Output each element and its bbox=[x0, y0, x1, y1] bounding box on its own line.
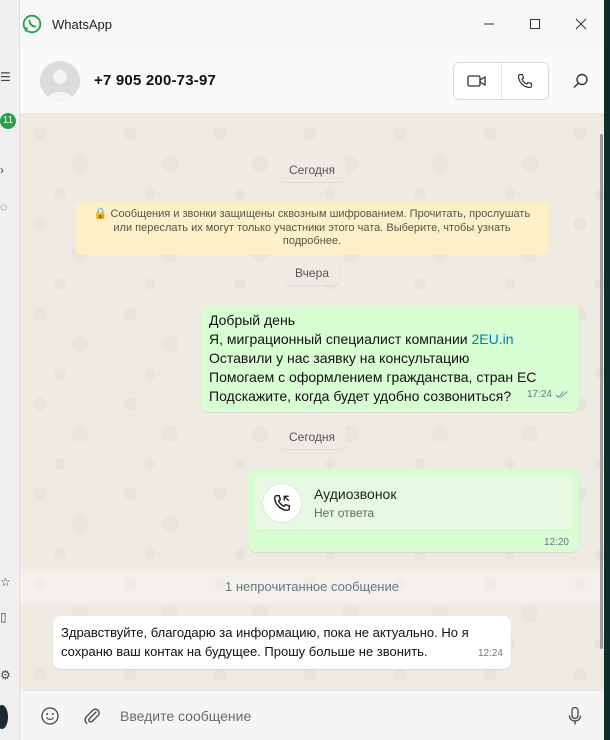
minimize-icon bbox=[484, 23, 494, 25]
default-avatar-icon bbox=[46, 69, 74, 101]
message-line: Оставили у нас заявку на консультацию bbox=[209, 350, 470, 366]
double-check-icon bbox=[555, 391, 568, 399]
maximize-button[interactable] bbox=[512, 0, 558, 48]
paperclip-icon bbox=[84, 708, 100, 725]
voice-message-button[interactable] bbox=[564, 705, 586, 727]
call-card[interactable]: Аудиозвонок Нет ответа bbox=[254, 475, 573, 530]
date-divider-today: Сегодня bbox=[278, 158, 346, 182]
message-meta: 12:24 bbox=[478, 644, 503, 663]
menu-icon[interactable]: ☰ bbox=[0, 70, 14, 86]
call-buttons bbox=[453, 62, 549, 100]
nav-rail: ☰ 11 › ◌ ☆ ▯ ⚙ bbox=[0, 0, 20, 740]
message-line: Подскажите, когда будет удобно созвонить… bbox=[209, 388, 512, 404]
contact-avatar[interactable] bbox=[40, 60, 80, 101]
attach-button[interactable] bbox=[81, 705, 103, 727]
message-meta: 17:24 bbox=[527, 385, 569, 404]
window-controls bbox=[466, 0, 604, 48]
profile-avatar[interactable] bbox=[0, 705, 8, 729]
whatsapp-window: WhatsApp +7 905 200-73-97 Сегодня 🔒 Сооб… bbox=[20, 0, 604, 740]
call-status: Нет ответа bbox=[314, 505, 375, 520]
message-text: Я, миграционный специалист компании bbox=[209, 331, 472, 347]
call-icon-circle bbox=[262, 482, 302, 523]
archive-icon[interactable]: ▯ bbox=[0, 610, 14, 626]
scrollbar[interactable] bbox=[600, 134, 603, 649]
message-list[interactable]: Сегодня 🔒 Сообщения и звонки защищены ск… bbox=[20, 114, 604, 690]
microphone-icon bbox=[568, 706, 582, 725]
message-line: Я, миграционный специалист компании 2EU.… bbox=[209, 330, 571, 349]
call-info: Аудиозвонок Нет ответа bbox=[314, 486, 396, 520]
message-line: Помогаем с оформлением гражданства, стра… bbox=[209, 369, 537, 385]
unread-divider: 1 непрочитанное сообщение bbox=[20, 569, 604, 603]
message-time: 17:24 bbox=[526, 389, 552, 400]
video-call-button[interactable] bbox=[454, 63, 501, 99]
maximize-icon bbox=[530, 19, 540, 29]
minimize-button[interactable] bbox=[466, 0, 512, 48]
emoji-icon bbox=[41, 707, 59, 725]
message-time: 12:24 bbox=[477, 648, 503, 659]
message-text: Здравствуйте, благодарю за информацию, п… bbox=[61, 625, 469, 659]
composer bbox=[20, 690, 604, 740]
missed-call-phone-icon bbox=[273, 494, 291, 511]
search-button[interactable] bbox=[572, 72, 590, 90]
phone-icon bbox=[517, 73, 532, 89]
message-line: Добрый день bbox=[209, 312, 295, 328]
call-message[interactable]: Аудиозвонок Нет ответа 12:20 bbox=[248, 469, 579, 552]
desktop-background bbox=[604, 0, 610, 740]
whatsapp-logo-icon bbox=[22, 14, 42, 34]
video-camera-icon bbox=[467, 75, 486, 87]
close-button[interactable] bbox=[558, 0, 604, 48]
unread-count-badge: 11 bbox=[0, 113, 16, 129]
search-icon bbox=[573, 73, 588, 88]
emoji-button[interactable] bbox=[39, 705, 61, 727]
message-time: 12:20 bbox=[543, 537, 569, 548]
encryption-notice[interactable]: 🔒 Сообщения и звонки защищены сквозным ш… bbox=[75, 202, 549, 255]
date-divider-yesterday: Вчера bbox=[284, 261, 340, 285]
message-meta: 12:20 bbox=[544, 537, 569, 548]
settings-icon[interactable]: ⚙ bbox=[0, 668, 14, 684]
starred-icon[interactable]: ☆ bbox=[0, 575, 14, 591]
app-title: WhatsApp bbox=[52, 16, 112, 32]
title-bar: WhatsApp bbox=[20, 0, 604, 48]
contact-name[interactable]: +7 905 200-73-97 bbox=[94, 72, 216, 89]
message-input[interactable] bbox=[120, 701, 540, 731]
date-divider-today-2: Сегодня bbox=[278, 425, 346, 449]
message-link[interactable]: 2EU.in bbox=[471, 331, 513, 347]
voice-call-button[interactable] bbox=[500, 63, 549, 99]
incoming-message[interactable]: Здравствуйте, благодарю за информацию, п… bbox=[53, 616, 511, 669]
status-icon[interactable]: › bbox=[0, 163, 14, 179]
chat-header: +7 905 200-73-97 bbox=[20, 48, 604, 114]
call-title: Аудиозвонок bbox=[314, 485, 397, 502]
outgoing-message[interactable]: Добрый день Я, миграционный специалист к… bbox=[201, 305, 579, 412]
channels-icon[interactable]: ◌ bbox=[0, 200, 14, 216]
close-icon bbox=[575, 18, 587, 30]
